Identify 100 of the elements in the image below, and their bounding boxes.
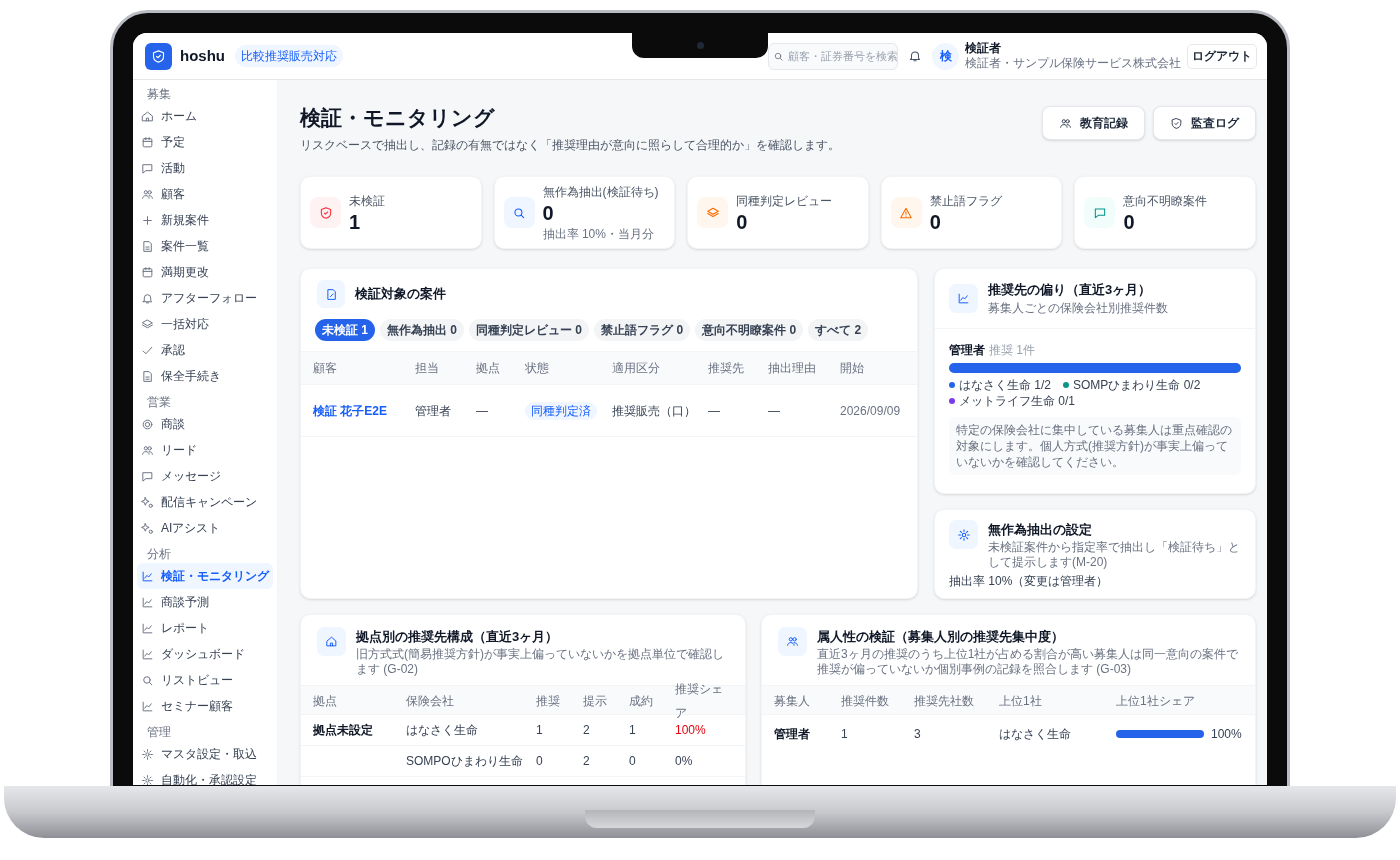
section-label: 募集	[146, 86, 172, 103]
column-header: 推奨先	[708, 360, 745, 377]
card-title: 検証対象の案件	[355, 285, 446, 304]
sidebar-item[interactable]: 自動化・承認設定	[137, 767, 273, 785]
sidebar-item[interactable]: 一括対応	[137, 311, 273, 337]
sidebar-item[interactable]: 予定	[137, 129, 273, 155]
target-icon	[141, 417, 154, 431]
status-badge: 同種判定済	[525, 401, 597, 420]
table-cell: はなさく生命	[406, 722, 478, 737]
stat-value: 0	[1123, 209, 1136, 234]
sidebar-item[interactable]: ダッシュボード	[137, 641, 273, 667]
sidebar-item[interactable]: セミナー顧客	[137, 693, 273, 719]
sidebar-item[interactable]: マスタ設定・取込	[137, 741, 273, 767]
page-title: 検証・モニタリング	[300, 105, 496, 131]
shield-icon	[1170, 116, 1183, 130]
sidebar-item[interactable]: 保全手続き	[137, 363, 273, 389]
note-box: 特定の保険会社に集中している募集人は重点確認の対象にします。個人方式(推奨方針)が事実上偏っていないかを確認してください。	[949, 417, 1241, 475]
sidebar-item[interactable]: 配信キャンペーン	[137, 489, 273, 515]
sidebar-item[interactable]: AIアシスト	[137, 515, 273, 541]
card-description: 未検証案件から指定率で抽出し「検証待ち」として提示します(M-20)	[988, 539, 1241, 570]
column-header: 開始	[840, 360, 865, 377]
column-header: 担当	[415, 360, 440, 377]
brand-name: hoshu	[180, 45, 225, 66]
stat-label: 禁止語フラグ	[929, 192, 1002, 210]
column-header: 拠点	[476, 360, 501, 377]
table-cell: 0	[629, 753, 636, 768]
sidebar-item[interactable]: 検証・モニタリング	[137, 563, 273, 589]
section-label: 営業	[146, 394, 172, 411]
training-records-button[interactable]: 教育記録	[1042, 106, 1145, 140]
people-icon	[786, 635, 799, 648]
calendar-icon	[141, 135, 154, 149]
filter-chip[interactable]: 同種判定レビュー 0	[469, 319, 590, 341]
card-subtitle: 旧方式式(簡易推奨方針)が事実上偏っていないかを拠点単位で確認します (G-02)	[356, 646, 725, 677]
sidebar-item[interactable]: レポート	[137, 615, 273, 641]
filter-chip[interactable]: すべて 2	[808, 319, 869, 341]
table-cell: 0%	[675, 753, 693, 768]
sidebar-item[interactable]: ホーム	[137, 103, 273, 129]
page-subtitle: リスクベースで抽出し、記録の有無ではなく「推奨理由が意向に照らして合理的か」を確認します。	[300, 137, 840, 154]
column-header: 拠点	[313, 693, 337, 708]
search-field[interactable]: 顧客・証券番号を検索	[768, 42, 898, 70]
table-cell: 2	[583, 753, 590, 768]
column-header: 推奨先社数	[914, 693, 974, 708]
sidebar-item[interactable]: 商談予測	[137, 589, 273, 615]
search-icon	[141, 673, 154, 687]
feature-badge: 比較推奨販売対応	[235, 45, 343, 67]
sidebar-item[interactable]: 顧客	[137, 181, 273, 207]
line-chart-icon	[141, 621, 154, 635]
audit-log-button[interactable]: 監査ログ	[1153, 106, 1256, 140]
section-label: 管理	[146, 724, 172, 741]
column-header: 募集人	[774, 693, 810, 708]
legend-label: SOMPひまわり生命 0/2	[1073, 377, 1201, 393]
line-chart-icon	[141, 699, 154, 713]
sidebar-item[interactable]: リストビュー	[137, 667, 273, 693]
table-cell: 管理者	[415, 403, 451, 418]
column-header: 顧客	[313, 360, 338, 377]
sidebar-item[interactable]: リード	[137, 437, 273, 463]
stat-label: 意向不明瞭案件	[1123, 192, 1208, 210]
table-cell: 3	[914, 726, 921, 741]
sidebar-item[interactable]: 承認	[137, 337, 273, 363]
stat-value: 0	[736, 209, 749, 234]
share-value: 100%	[1211, 725, 1242, 743]
calendar-icon	[141, 265, 154, 279]
table-cell: 2	[583, 722, 590, 737]
column-header: 上位1社	[999, 693, 1042, 708]
column-header: 推奨	[536, 693, 560, 708]
people-icon	[141, 443, 154, 457]
column-header: 抽出理由	[768, 360, 817, 377]
card-title: 推奨先の偏り（直近3ヶ月）	[988, 280, 1153, 299]
table-cell: 推奨販売（口）	[612, 403, 696, 418]
stat-label: 無作為抽出(検証待ち)	[542, 183, 659, 201]
stat-note: 抽出率 10%・当月分	[542, 225, 655, 243]
card-subtitle: 募集人ごとの保険会社別推奨件数	[988, 300, 1168, 318]
card-title: 属人性の検証（募集人別の推奨先集中度）	[817, 628, 1065, 646]
filter-chip[interactable]: 未検証 1	[315, 319, 375, 341]
filter-chip[interactable]: 意向不明瞭案件 0	[695, 319, 804, 341]
people-icon	[141, 187, 154, 201]
sidebar-item[interactable]: 活動	[137, 155, 273, 181]
customer-link[interactable]: 検証 花子E2E	[313, 403, 387, 418]
sidebar-item[interactable]: アフターフォロー	[137, 285, 273, 311]
user-avatar: 検	[932, 42, 959, 70]
table-cell: 1	[536, 722, 543, 737]
logout-button[interactable]: ログアウト	[1187, 43, 1257, 69]
stat-value: 1	[349, 209, 362, 234]
stat-value: 0	[929, 209, 942, 234]
sparkle-icon	[141, 521, 154, 535]
sidebar-item[interactable]: 案件一覧	[137, 233, 273, 259]
sidebar-item[interactable]: 満期更改	[137, 259, 273, 285]
card-title: 拠点別の推奨先構成（直近3ヶ月）	[356, 628, 560, 646]
column-header: 適用区分	[612, 360, 661, 377]
table-cell: —	[768, 403, 780, 418]
column-header: 状態	[525, 360, 550, 377]
table-cell: 1	[841, 726, 848, 741]
sidebar-item[interactable]: 新規案件	[137, 207, 273, 233]
table-cell: はなさく生命	[999, 726, 1071, 741]
line-chart-icon	[141, 595, 154, 609]
recommendation-count: 推奨 1件	[989, 342, 1035, 359]
sidebar-item[interactable]: 商談	[137, 411, 273, 437]
sidebar-item[interactable]: メッセージ	[137, 463, 273, 489]
filter-chip[interactable]: 無作為抽出 0	[380, 319, 465, 341]
filter-chip[interactable]: 禁止語フラグ 0	[594, 319, 691, 341]
